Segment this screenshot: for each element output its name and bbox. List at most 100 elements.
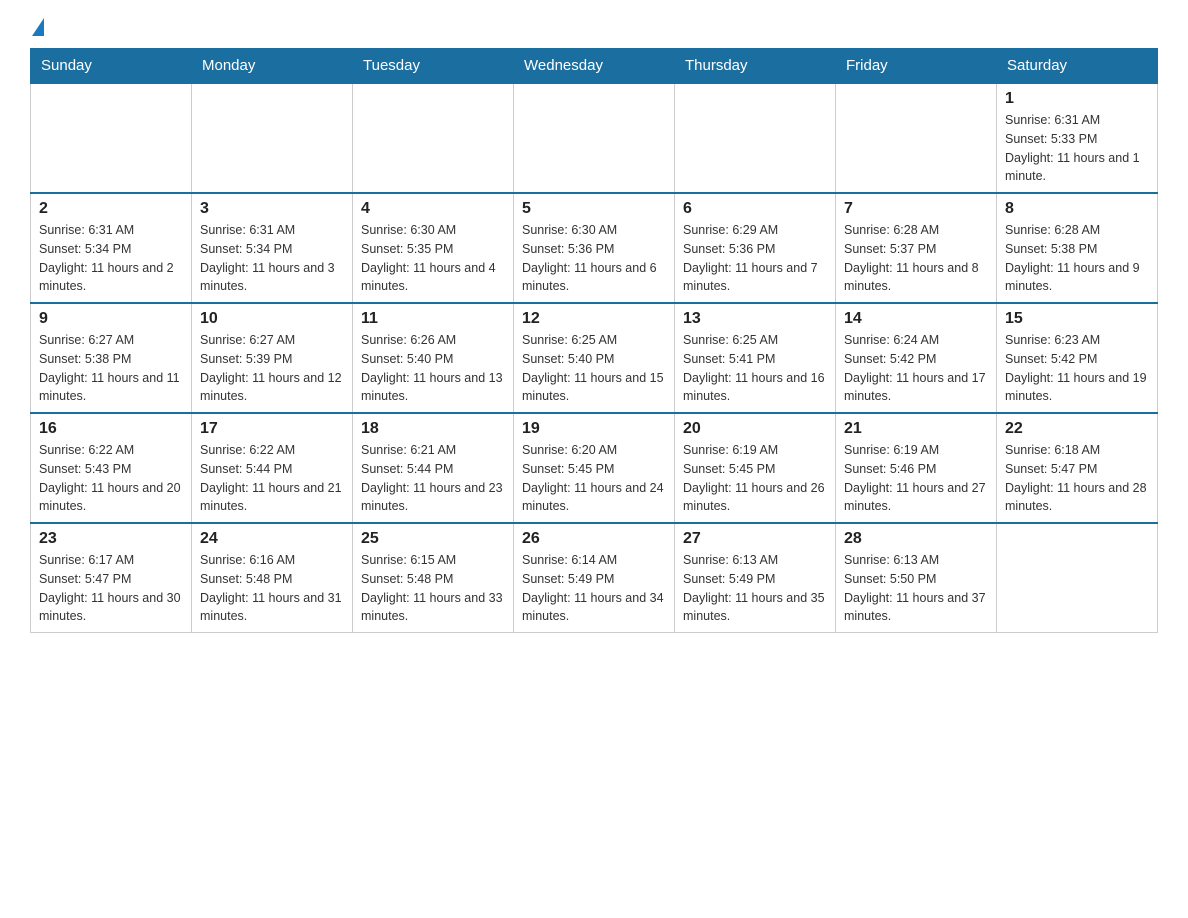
logo-triangle-icon [32,18,44,36]
day-info: Sunrise: 6:27 AM Sunset: 5:39 PM Dayligh… [200,331,344,406]
calendar-day-3: 3 Sunrise: 6:31 AM Sunset: 5:34 PM Daylig… [192,193,353,303]
calendar-day-20: 20 Sunrise: 6:19 AM Sunset: 5:45 PM Dayli… [675,413,836,523]
calendar-day-26: 26 Sunrise: 6:14 AM Sunset: 5:49 PM Dayli… [514,523,675,633]
day-info: Sunrise: 6:19 AM Sunset: 5:46 PM Dayligh… [844,441,988,516]
calendar-day-7: 7Sunrise: 6:28 AM Sunset: 5:37 PM Daylig… [836,193,997,303]
day-info: Sunrise: 6:25 AM Sunset: 5:41 PM Dayligh… [683,331,827,406]
calendar-day-19: 19 Sunrise: 6:20 AM Sunset: 5:45 PM Dayli… [514,413,675,523]
day-number: 22 [1005,420,1149,438]
calendar-day-4: 4Sunrise: 6:30 AM Sunset: 5:35 PM Daylig… [353,193,514,303]
calendar-day-empty [675,83,836,193]
day-number: 10 [200,310,344,328]
weekday-header-sunday: Sunday [31,49,192,84]
day-info: Sunrise: 6:19 AM Sunset: 5:45 PM Dayligh… [683,441,827,516]
calendar-week-row: 1 Sunrise: 6:31 AM Sunset: 5:33 PM Daylig… [31,83,1158,193]
day-number: 27 [683,530,827,548]
day-number: 28 [844,530,988,548]
day-info: Sunrise: 6:13 AM Sunset: 5:49 PM Dayligh… [683,551,827,626]
day-info: Sunrise: 6:22 AM Sunset: 5:43 PM Dayligh… [39,441,183,516]
calendar-week-row: 16 Sunrise: 6:22 AM Sunset: 5:43 PM Dayli… [31,413,1158,523]
weekday-header-thursday: Thursday [675,49,836,84]
calendar-day-28: 28 Sunrise: 6:13 AM Sunset: 5:50 PM Dayli… [836,523,997,633]
calendar-day-14: 14 Sunrise: 6:24 AM Sunset: 5:42 PM Dayli… [836,303,997,413]
day-info: Sunrise: 6:15 AM Sunset: 5:48 PM Dayligh… [361,551,505,626]
calendar-day-empty [31,83,192,193]
day-info: Sunrise: 6:20 AM Sunset: 5:45 PM Dayligh… [522,441,666,516]
day-info: Sunrise: 6:25 AM Sunset: 5:40 PM Dayligh… [522,331,666,406]
day-number: 23 [39,530,183,548]
calendar-day-15: 15 Sunrise: 6:23 AM Sunset: 5:42 PM Dayli… [997,303,1158,413]
day-number: 13 [683,310,827,328]
day-info: Sunrise: 6:26 AM Sunset: 5:40 PM Dayligh… [361,331,505,406]
calendar-day-16: 16 Sunrise: 6:22 AM Sunset: 5:43 PM Dayli… [31,413,192,523]
weekday-header-wednesday: Wednesday [514,49,675,84]
weekday-header-saturday: Saturday [997,49,1158,84]
day-number: 6 [683,200,827,218]
calendar-day-12: 12 Sunrise: 6:25 AM Sunset: 5:40 PM Dayli… [514,303,675,413]
day-info: Sunrise: 6:31 AM Sunset: 5:34 PM Dayligh… [39,221,183,296]
calendar-day-6: 6 Sunrise: 6:29 AM Sunset: 5:36 PM Daylig… [675,193,836,303]
day-number: 21 [844,420,988,438]
calendar-week-row: 2Sunrise: 6:31 AM Sunset: 5:34 PM Daylig… [31,193,1158,303]
day-number: 4 [361,200,505,218]
day-number: 19 [522,420,666,438]
calendar-day-24: 24 Sunrise: 6:16 AM Sunset: 5:48 PM Dayli… [192,523,353,633]
day-info: Sunrise: 6:30 AM Sunset: 5:36 PM Dayligh… [522,221,666,296]
calendar-day-10: 10 Sunrise: 6:27 AM Sunset: 5:39 PM Dayli… [192,303,353,413]
day-info: Sunrise: 6:16 AM Sunset: 5:48 PM Dayligh… [200,551,344,626]
calendar-day-empty [997,523,1158,633]
day-info: Sunrise: 6:22 AM Sunset: 5:44 PM Dayligh… [200,441,344,516]
day-info: Sunrise: 6:31 AM Sunset: 5:33 PM Dayligh… [1005,111,1149,186]
calendar-day-empty [353,83,514,193]
day-info: Sunrise: 6:29 AM Sunset: 5:36 PM Dayligh… [683,221,827,296]
day-info: Sunrise: 6:13 AM Sunset: 5:50 PM Dayligh… [844,551,988,626]
day-number: 15 [1005,310,1149,328]
day-number: 11 [361,310,505,328]
weekday-header-friday: Friday [836,49,997,84]
day-info: Sunrise: 6:23 AM Sunset: 5:42 PM Dayligh… [1005,331,1149,406]
day-number: 7 [844,200,988,218]
weekday-header-monday: Monday [192,49,353,84]
calendar-day-13: 13 Sunrise: 6:25 AM Sunset: 5:41 PM Dayli… [675,303,836,413]
calendar-day-22: 22 Sunrise: 6:18 AM Sunset: 5:47 PM Dayli… [997,413,1158,523]
day-info: Sunrise: 6:17 AM Sunset: 5:47 PM Dayligh… [39,551,183,626]
calendar-day-17: 17 Sunrise: 6:22 AM Sunset: 5:44 PM Dayli… [192,413,353,523]
day-number: 12 [522,310,666,328]
calendar-day-11: 11 Sunrise: 6:26 AM Sunset: 5:40 PM Dayli… [353,303,514,413]
calendar-day-25: 25Sunrise: 6:15 AM Sunset: 5:48 PM Dayli… [353,523,514,633]
calendar-day-empty [192,83,353,193]
calendar-day-8: 8Sunrise: 6:28 AM Sunset: 5:38 PM Daylig… [997,193,1158,303]
day-number: 14 [844,310,988,328]
calendar-day-empty [514,83,675,193]
day-info: Sunrise: 6:14 AM Sunset: 5:49 PM Dayligh… [522,551,666,626]
day-number: 20 [683,420,827,438]
day-info: Sunrise: 6:24 AM Sunset: 5:42 PM Dayligh… [844,331,988,406]
day-number: 3 [200,200,344,218]
day-number: 5 [522,200,666,218]
calendar-week-row: 9 Sunrise: 6:27 AM Sunset: 5:38 PM Daylig… [31,303,1158,413]
calendar-day-23: 23 Sunrise: 6:17 AM Sunset: 5:47 PM Dayli… [31,523,192,633]
calendar-day-9: 9 Sunrise: 6:27 AM Sunset: 5:38 PM Daylig… [31,303,192,413]
day-number: 24 [200,530,344,548]
day-number: 16 [39,420,183,438]
day-number: 18 [361,420,505,438]
weekday-header-tuesday: Tuesday [353,49,514,84]
day-info: Sunrise: 6:28 AM Sunset: 5:38 PM Dayligh… [1005,221,1149,296]
calendar-day-27: 27 Sunrise: 6:13 AM Sunset: 5:49 PM Dayli… [675,523,836,633]
logo [30,20,44,38]
day-info: Sunrise: 6:21 AM Sunset: 5:44 PM Dayligh… [361,441,505,516]
calendar-day-1: 1 Sunrise: 6:31 AM Sunset: 5:33 PM Daylig… [997,83,1158,193]
day-info: Sunrise: 6:31 AM Sunset: 5:34 PM Dayligh… [200,221,344,296]
calendar-day-2: 2Sunrise: 6:31 AM Sunset: 5:34 PM Daylig… [31,193,192,303]
header [30,20,1158,38]
calendar-day-5: 5 Sunrise: 6:30 AM Sunset: 5:36 PM Daylig… [514,193,675,303]
day-number: 26 [522,530,666,548]
day-info: Sunrise: 6:18 AM Sunset: 5:47 PM Dayligh… [1005,441,1149,516]
day-number: 1 [1005,90,1149,108]
day-number: 17 [200,420,344,438]
calendar-week-row: 23 Sunrise: 6:17 AM Sunset: 5:47 PM Dayli… [31,523,1158,633]
day-info: Sunrise: 6:27 AM Sunset: 5:38 PM Dayligh… [39,331,183,406]
calendar-day-21: 21 Sunrise: 6:19 AM Sunset: 5:46 PM Dayli… [836,413,997,523]
calendar-day-empty [836,83,997,193]
day-number: 9 [39,310,183,328]
